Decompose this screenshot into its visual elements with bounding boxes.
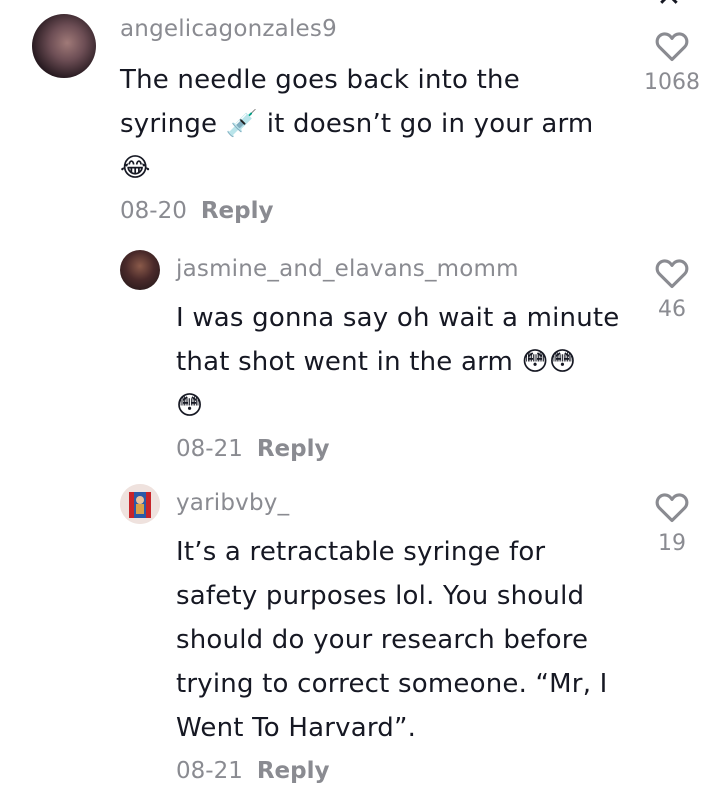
avatar[interactable] [120, 484, 160, 524]
like-button[interactable]: 19 [637, 491, 707, 556]
reply-button[interactable]: Reply [257, 436, 330, 462]
comment-line: should do your research before [176, 625, 589, 655]
comment-text: It’s a retractable syringe for safety pu… [176, 530, 636, 750]
like-count: 19 [658, 531, 686, 556]
heart-icon[interactable] [655, 257, 689, 289]
close-icon[interactable]: ✕ [652, 0, 686, 12]
like-count: 46 [658, 297, 686, 322]
comment-line: safety purposes lol. You should [176, 581, 585, 611]
comment-line: that shot went in the arm 😳😳 [176, 347, 577, 377]
like-count: 1068 [644, 70, 700, 95]
comment-line: 😳 [176, 391, 204, 421]
comment-text: I was gonna say oh wait a minute that sh… [176, 296, 636, 428]
avatar[interactable] [120, 250, 160, 290]
comment-line: 😂 [120, 153, 151, 183]
comment-date: 08-20 [120, 198, 187, 224]
avatar[interactable] [32, 14, 96, 78]
heart-icon[interactable] [655, 30, 689, 62]
comment-text: The needle goes back into the syringe 💉 … [120, 58, 640, 190]
reply-button[interactable]: Reply [201, 198, 274, 224]
reply-button[interactable]: Reply [257, 758, 330, 784]
comment-line: Went To Harvard”. [176, 713, 417, 743]
comment-line: I was gonna say oh wait a minute [176, 303, 620, 333]
comment-meta: 08-20 Reply [120, 198, 274, 224]
comment-line: trying to correct someone. “Mr, I [176, 669, 608, 699]
like-button[interactable]: 46 [637, 257, 707, 322]
comment-meta: 08-21 Reply [176, 758, 330, 784]
comment-meta: 08-21 Reply [176, 436, 330, 462]
comment-line: syringe 💉 it doesn’t go in your arm [120, 109, 594, 139]
comment-line: It’s a retractable syringe for [176, 537, 546, 567]
avatar-image [120, 484, 160, 524]
comment-line: The needle goes back into the [120, 65, 520, 95]
comment-date: 08-21 [176, 436, 243, 462]
comment-username[interactable]: yaribvby_ [176, 490, 289, 516]
comment-username[interactable]: angelicagonzales9 [120, 16, 337, 42]
like-button[interactable]: 1068 [637, 30, 707, 95]
comment-date: 08-21 [176, 758, 243, 784]
heart-icon[interactable] [655, 491, 689, 523]
comment-username[interactable]: jasmine_and_elavans_momm [176, 256, 519, 282]
